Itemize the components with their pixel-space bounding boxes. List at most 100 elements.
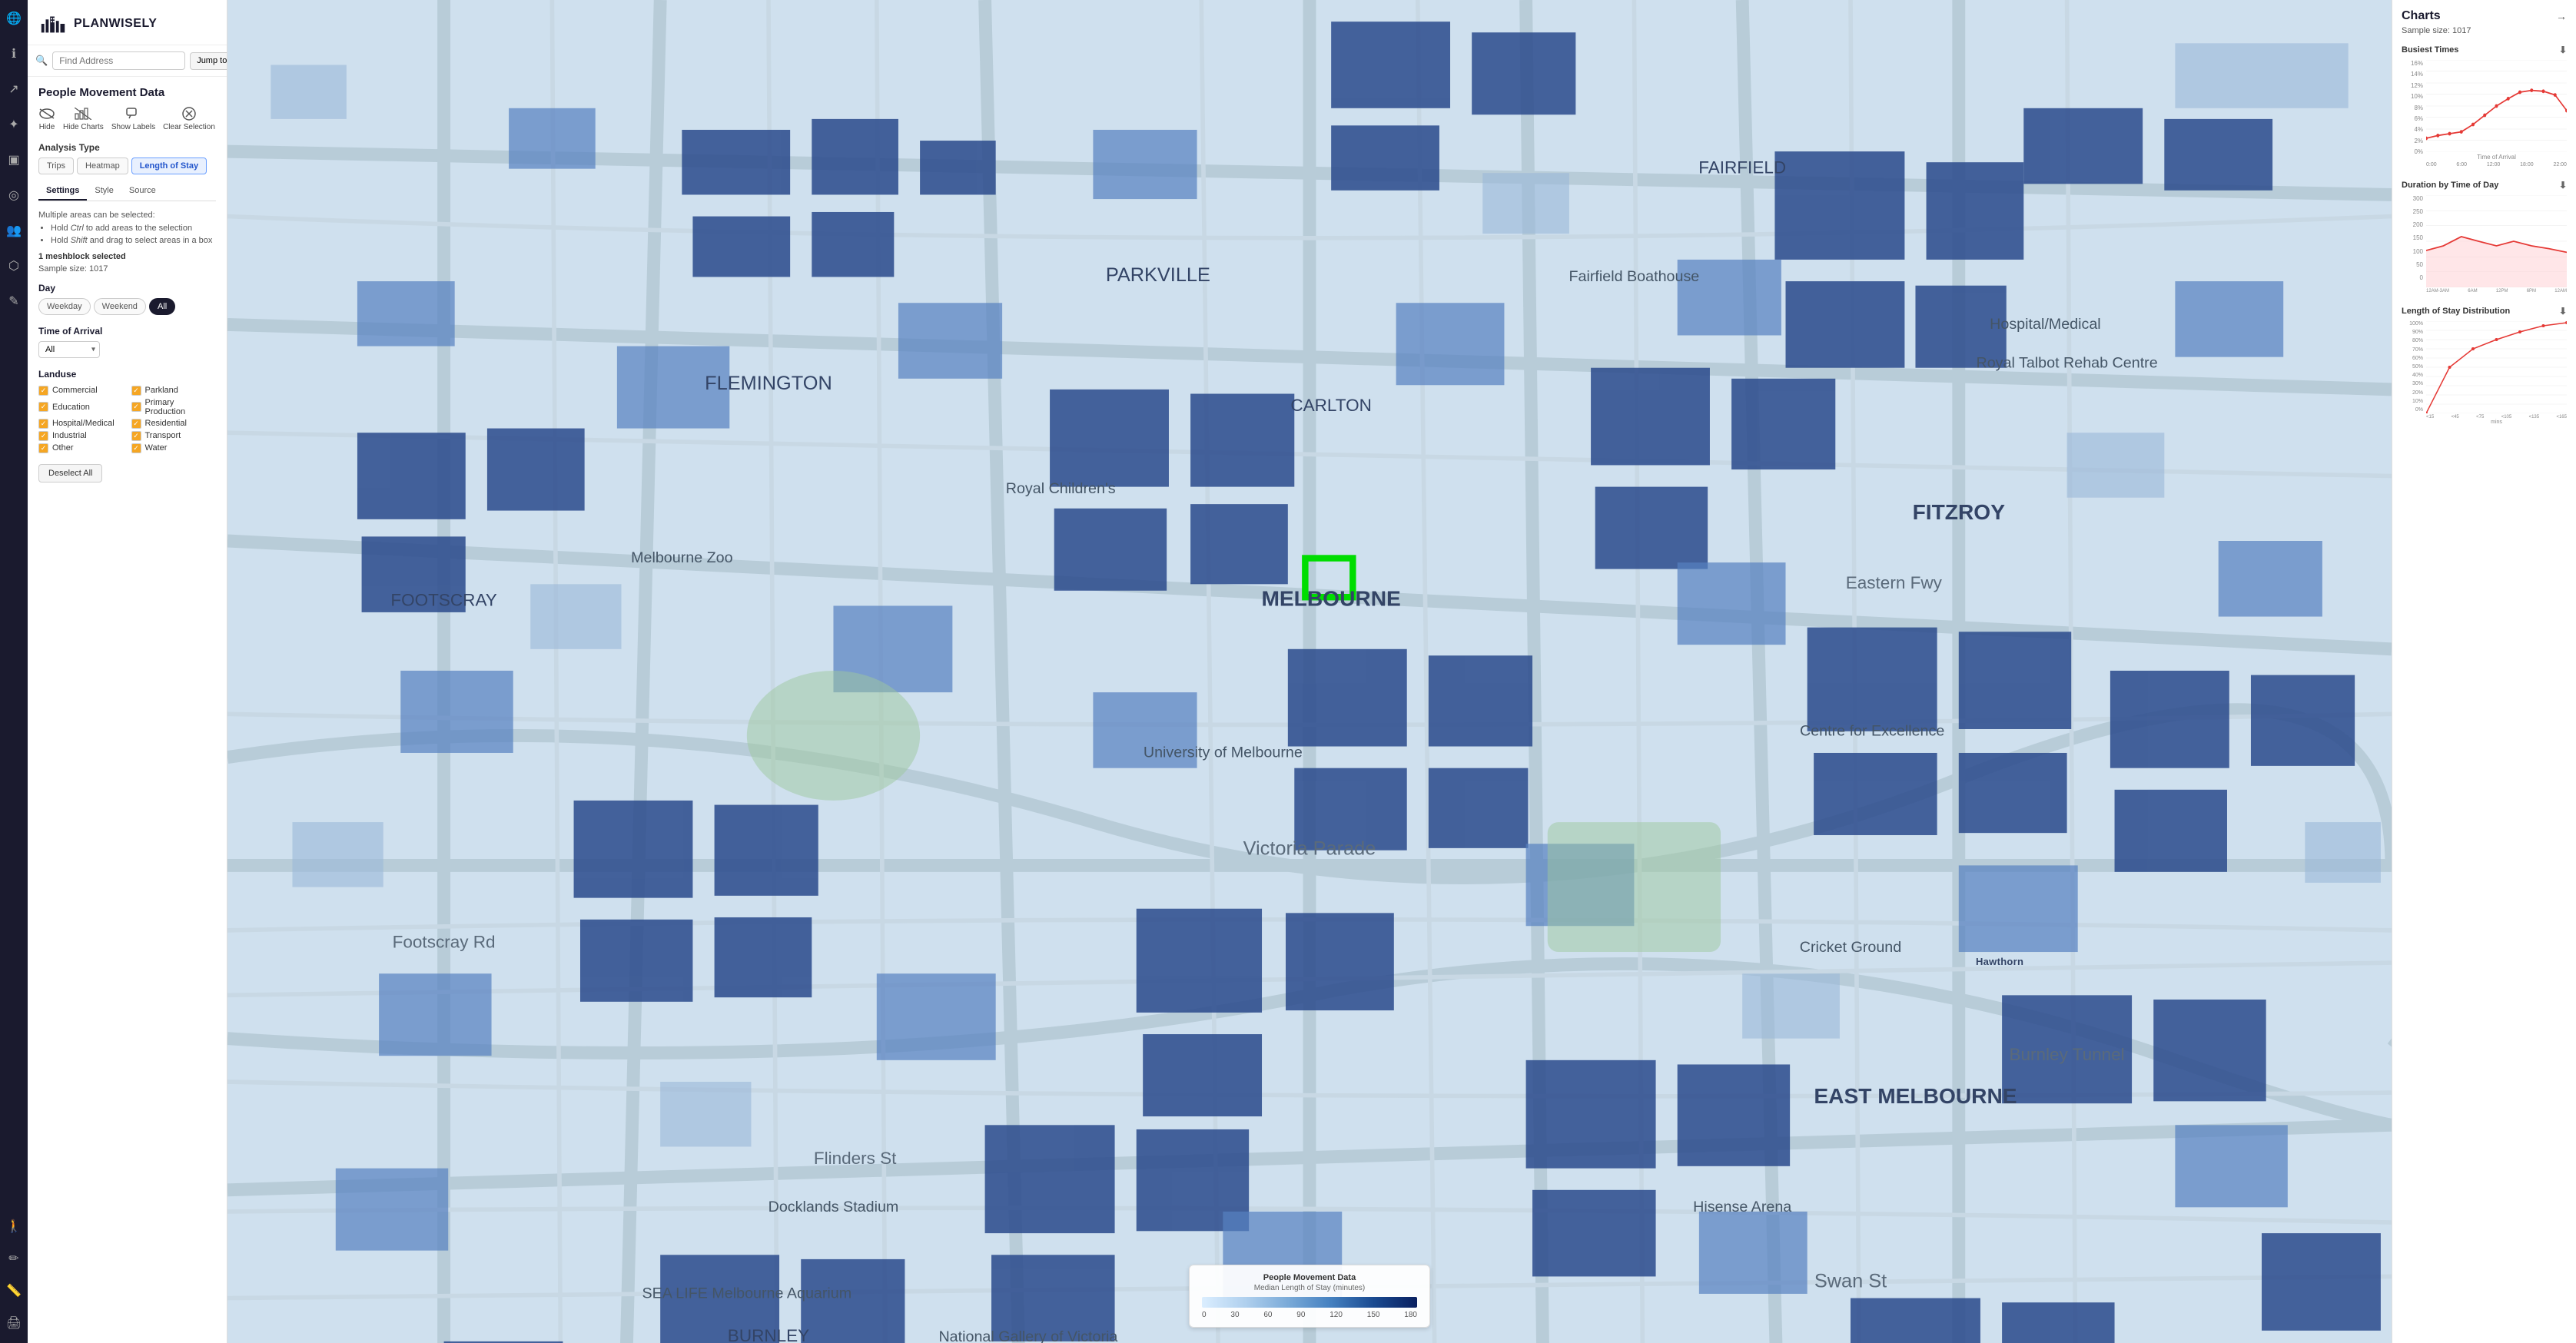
analysis-type-label: Analysis Type bbox=[38, 142, 216, 153]
sample-size-info: Sample size: 1017 bbox=[38, 264, 216, 274]
landuse-checkbox-other[interactable] bbox=[38, 443, 48, 453]
landuse-item-education[interactable]: Education bbox=[38, 398, 124, 416]
landuse-label-commercial: Commercial bbox=[52, 386, 98, 395]
layers-plus-icon[interactable]: ✦ bbox=[3, 114, 25, 135]
hide-label: Hide bbox=[39, 123, 55, 131]
clear-selection-button[interactable]: Clear Selection bbox=[163, 107, 215, 131]
deselect-all-button[interactable]: Deselect All bbox=[38, 464, 102, 482]
svg-text:BURNLEY: BURNLEY bbox=[728, 1326, 809, 1343]
hide-charts-button[interactable]: Hide Charts bbox=[63, 107, 104, 131]
chart-busiest-times-xlabel: Time of Arrival bbox=[2426, 154, 2567, 161]
tools-icon[interactable]: ✎ bbox=[3, 290, 25, 312]
chart-busiest-times-download-icon[interactable]: ⬇ bbox=[2559, 45, 2567, 55]
charts-title: Charts bbox=[2402, 9, 2441, 23]
landuse-checkbox-parkland[interactable] bbox=[131, 386, 141, 396]
chart-los-yaxis: 100% 90% 80% 70% 60% 50% 40% 30% 20% 10%… bbox=[2402, 321, 2423, 425]
svg-text:Cricket Ground: Cricket Ground bbox=[1800, 939, 1902, 956]
landuse-item-residential[interactable]: Residential bbox=[131, 419, 217, 429]
landuse-label-parkland: Parkland bbox=[145, 386, 178, 395]
ruler-icon[interactable]: 📏 bbox=[3, 1280, 25, 1302]
chart-los-area: <15<45<75<105<135<165 mins bbox=[2426, 321, 2567, 425]
chart-los-download-icon[interactable]: ⬇ bbox=[2559, 306, 2567, 317]
meshblock-count: 1 meshblock selected bbox=[38, 252, 126, 261]
tab-trips[interactable]: Trips bbox=[38, 158, 74, 174]
landuse-item-other[interactable]: Other bbox=[38, 443, 124, 453]
landuse-checkbox-transport[interactable] bbox=[131, 431, 141, 441]
location-icon[interactable]: ◎ bbox=[3, 184, 25, 206]
globe-icon[interactable]: 🌐 bbox=[3, 8, 25, 29]
landuse-checkbox-commercial[interactable] bbox=[38, 386, 48, 396]
landuse-item-primary-production[interactable]: Primary Production bbox=[131, 398, 217, 416]
landuse-grid: Commercial Parkland Education Primary Pr… bbox=[38, 386, 216, 453]
day-tab-all[interactable]: All bbox=[149, 298, 175, 315]
jump-to-region-label: Jump to Region bbox=[197, 56, 227, 65]
chart-los-xlabel: mins bbox=[2426, 419, 2567, 425]
main-layout: PLANWISELY 🔍 Jump to Region ▾ People Mov… bbox=[28, 0, 2576, 1343]
landuse-item-water[interactable]: Water bbox=[131, 443, 217, 453]
panel-title: People Movement Data bbox=[38, 86, 216, 99]
chart-busiest-times-label: Busiest Times bbox=[2402, 45, 2458, 55]
svg-text:National Gallery of Victoria: National Gallery of Victoria bbox=[938, 1328, 1117, 1343]
landuse-label-industrial: Industrial bbox=[52, 431, 87, 440]
landuse-item-transport[interactable]: Transport bbox=[131, 431, 217, 441]
day-tabs: Weekday Weekend All bbox=[38, 298, 216, 315]
search-input[interactable] bbox=[52, 51, 185, 70]
day-tab-weekday[interactable]: Weekday bbox=[38, 298, 91, 315]
svg-text:Hisense Arena: Hisense Arena bbox=[1693, 1199, 1791, 1215]
landuse-checkbox-industrial[interactable] bbox=[38, 431, 48, 441]
landuse-checkbox-residential[interactable] bbox=[131, 419, 141, 429]
legend-label-60: 60 bbox=[1263, 1311, 1272, 1319]
landuse-item-industrial[interactable]: Industrial bbox=[38, 431, 124, 441]
search-icon: 🔍 bbox=[35, 55, 48, 67]
info-icon[interactable]: ℹ bbox=[3, 43, 25, 65]
walk-icon[interactable]: 🚶 bbox=[3, 1215, 25, 1237]
subtab-source[interactable]: Source bbox=[121, 182, 164, 201]
legend-label-120: 120 bbox=[1329, 1311, 1343, 1319]
chart-duration-tod-download-icon[interactable]: ⬇ bbox=[2559, 180, 2567, 191]
svg-text:Melbourne Zoo: Melbourne Zoo bbox=[631, 549, 733, 566]
map-area[interactable]: Victoria Parade Eastern Fwy Burnley Tunn… bbox=[227, 0, 2392, 1343]
chart-busiest-times-svg bbox=[2426, 60, 2567, 152]
landuse-checkbox-primary-production[interactable] bbox=[131, 402, 141, 412]
svg-text:Eastern Fwy: Eastern Fwy bbox=[1846, 573, 1943, 592]
landuse-item-parkland[interactable]: Parkland bbox=[131, 386, 217, 396]
chart-busiest-times-yaxis: 16% 14% 12% 10% 8% 6% 4% 2% 0% bbox=[2402, 60, 2423, 167]
tab-heatmap[interactable]: Heatmap bbox=[77, 158, 128, 174]
panel-content: People Movement Data Hide Hide Charts bbox=[28, 77, 227, 1343]
show-labels-button[interactable]: Show Labels bbox=[111, 107, 155, 131]
chart-duration-tod-svg bbox=[2426, 195, 2567, 287]
people-icon[interactable]: 👥 bbox=[3, 220, 25, 241]
landuse-label-primary-production: Primary Production bbox=[145, 398, 217, 416]
selection-info: Multiple areas can be selected: Hold Ctr… bbox=[38, 209, 216, 247]
landuse-label-residential: Residential bbox=[145, 419, 187, 428]
share-icon[interactable]: ↗ bbox=[3, 78, 25, 100]
landuse-checkbox-hospital[interactable] bbox=[38, 419, 48, 429]
landuse-checkbox-education[interactable] bbox=[38, 402, 48, 412]
day-tab-weekend[interactable]: Weekend bbox=[94, 298, 146, 315]
chart-duration-tod-yaxis: 300 250 200 150 100 50 0 bbox=[2402, 195, 2423, 293]
layers-icon[interactable]: ▣ bbox=[3, 149, 25, 171]
svg-text:EAST MELBOURNE: EAST MELBOURNE bbox=[1814, 1084, 2017, 1108]
chart-busiest-times-xlabels: 0:006:0012:0018:0022:00 bbox=[2426, 162, 2567, 167]
legend-subtitle: Median Length of Stay (minutes) bbox=[1202, 1284, 1417, 1292]
pencil-icon[interactable]: ✏ bbox=[3, 1248, 25, 1269]
chart-duration-tod-header: Duration by Time of Day ⬇ bbox=[2402, 180, 2567, 191]
subtab-style[interactable]: Style bbox=[87, 182, 121, 201]
landuse-label-education: Education bbox=[52, 403, 90, 412]
tab-length-of-stay[interactable]: Length of Stay bbox=[131, 158, 207, 174]
jump-to-region-button[interactable]: Jump to Region ▾ bbox=[190, 52, 227, 70]
landuse-label-water: Water bbox=[145, 443, 168, 453]
landuse-item-hospital[interactable]: Hospital/Medical bbox=[38, 419, 124, 429]
legend-label-0: 0 bbox=[1202, 1311, 1207, 1319]
charts-expand-icon[interactable]: → bbox=[2556, 10, 2567, 22]
hide-button[interactable]: Hide bbox=[38, 107, 55, 131]
time-of-arrival-select[interactable]: All Morning Afternoon Evening Night bbox=[38, 341, 100, 358]
subtab-settings[interactable]: Settings bbox=[38, 182, 87, 201]
landuse-section-label: Landuse bbox=[38, 369, 216, 380]
landuse-label-other: Other bbox=[52, 443, 74, 453]
network-icon[interactable]: ⬡ bbox=[3, 255, 25, 277]
landuse-item-commercial[interactable]: Commercial bbox=[38, 386, 124, 396]
legend-label-90: 90 bbox=[1296, 1311, 1305, 1319]
landuse-checkbox-water[interactable] bbox=[131, 443, 141, 453]
print-icon[interactable]: 🖨 bbox=[3, 1312, 25, 1334]
